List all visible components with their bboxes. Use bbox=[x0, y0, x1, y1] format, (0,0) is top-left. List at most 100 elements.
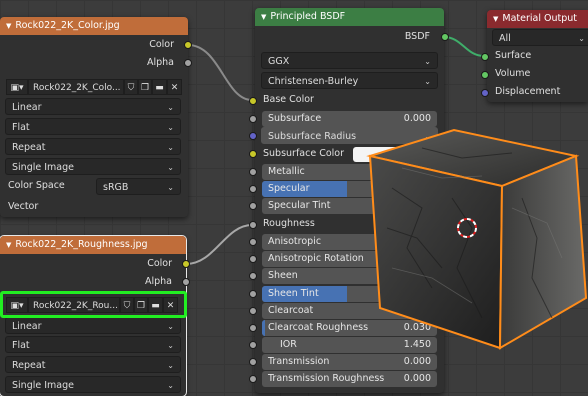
chevron-down-icon: ⌄ bbox=[167, 183, 174, 192]
duplicate-image-icon[interactable]: ❐ bbox=[138, 79, 152, 95]
image-name-field[interactable]: Rock022_2K_Colo... bbox=[28, 79, 124, 95]
collapse-arrow-icon[interactable]: ▼ bbox=[261, 13, 266, 21]
output-alpha-label: Alpha bbox=[144, 276, 172, 287]
distribution-value: GGX bbox=[268, 56, 290, 67]
collapse-arrow-icon[interactable]: ▼ bbox=[6, 241, 11, 249]
link-roughness-to-roughness bbox=[185, 224, 253, 265]
roughness-input-socket[interactable] bbox=[249, 221, 257, 229]
anisotropic-input-socket[interactable] bbox=[249, 238, 257, 246]
specular-input-socket[interactable] bbox=[249, 185, 257, 193]
field-label: Subsurface bbox=[268, 113, 322, 124]
base-color-input-socket[interactable] bbox=[249, 97, 257, 105]
vector-input-label: Vector bbox=[8, 201, 39, 212]
target-dropdown[interactable]: All ⌄ bbox=[492, 29, 588, 46]
displacement-label: Displacement bbox=[495, 86, 561, 97]
projection-dropdown[interactable]: Flat ⌄ bbox=[5, 336, 181, 353]
output-color-label: Color bbox=[149, 39, 174, 50]
collapse-arrow-icon[interactable]: ▼ bbox=[6, 22, 11, 30]
specular-tint-input-socket[interactable] bbox=[249, 202, 257, 210]
color-output-socket[interactable] bbox=[184, 41, 192, 49]
sheen-input-socket[interactable] bbox=[249, 272, 257, 280]
fake-user-shield-icon[interactable]: ⛉ bbox=[124, 79, 138, 95]
roughness-color-output-socket[interactable] bbox=[182, 260, 190, 268]
material-output-header[interactable]: ▼ Material Output bbox=[487, 10, 588, 28]
field-label: Transmission bbox=[268, 356, 330, 367]
subsurface-radius-input-socket[interactable] bbox=[249, 132, 257, 140]
bsdf-output-socket[interactable] bbox=[441, 33, 449, 41]
field-value: 0.000 bbox=[403, 373, 431, 384]
color-texture-header[interactable]: ▼ Rock022_2K_Color.jpg bbox=[0, 17, 188, 35]
sheen-tint-input-socket[interactable] bbox=[249, 290, 257, 298]
projection-value: Flat bbox=[12, 340, 30, 351]
projection-value: Flat bbox=[12, 122, 30, 133]
transmission-field[interactable]: Transmission 0.000 bbox=[262, 354, 437, 370]
transmission-roughness-field[interactable]: Transmission Roughness 0.000 bbox=[262, 371, 437, 387]
clearcoat-input-socket[interactable] bbox=[249, 307, 257, 315]
chevron-down-icon: ⌄ bbox=[167, 163, 174, 172]
field-label: Sheen Tint bbox=[268, 288, 319, 299]
node-title: Material Output bbox=[502, 13, 578, 24]
chevron-down-icon: ⌄ bbox=[167, 341, 174, 350]
output-alpha-label: Alpha bbox=[146, 57, 174, 68]
subsurface-color-input-socket[interactable] bbox=[249, 150, 257, 158]
transmission-roughness-input-socket[interactable] bbox=[249, 375, 257, 383]
field-label: Transmission Roughness bbox=[268, 373, 385, 384]
metallic-input-socket[interactable] bbox=[249, 168, 257, 176]
color-space-dropdown[interactable]: sRGB ⌄ bbox=[96, 178, 181, 195]
open-image-folder-icon[interactable]: ▬ bbox=[152, 79, 167, 95]
interpolation-value: Linear bbox=[12, 102, 42, 113]
selected-rock-cube[interactable] bbox=[362, 128, 588, 350]
extension-dropdown[interactable]: Repeat ⌄ bbox=[5, 356, 181, 373]
field-label: Clearcoat bbox=[268, 305, 314, 316]
volume-input-socket[interactable] bbox=[481, 71, 489, 79]
target-value: All bbox=[499, 33, 511, 44]
color-space-label: Color Space bbox=[8, 180, 65, 191]
link-bsdf-to-surface bbox=[443, 36, 485, 57]
transmission-input-socket[interactable] bbox=[249, 358, 257, 366]
field-label: Sheen bbox=[268, 270, 298, 281]
subsurface-method-value: Christensen-Burley bbox=[268, 76, 359, 87]
color-texture-node[interactable]: ▼ Rock022_2K_Color.jpg Color Alpha ▣▾ Roc… bbox=[0, 17, 188, 217]
roughness-texture-header[interactable]: ▼ Rock022_2K_Roughness.jpg bbox=[0, 236, 186, 254]
source-dropdown[interactable]: Single Image ⌄ bbox=[5, 158, 181, 175]
subsurface-input-socket[interactable] bbox=[249, 115, 257, 123]
anisotropic-rotation-input-socket[interactable] bbox=[249, 255, 257, 263]
field-label: Specular Tint bbox=[268, 200, 331, 211]
subsurface-method-dropdown[interactable]: Christensen-Burley ⌄ bbox=[261, 72, 438, 89]
surface-label: Surface bbox=[495, 50, 532, 61]
chevron-down-icon: ⌄ bbox=[424, 77, 431, 86]
unlink-image-close-icon[interactable]: ✕ bbox=[167, 79, 182, 95]
interpolation-dropdown[interactable]: Linear ⌄ bbox=[5, 317, 181, 334]
rock-cube-render bbox=[366, 128, 588, 350]
node-title: Principled BSDF bbox=[270, 11, 346, 22]
field-label: Metallic bbox=[268, 166, 305, 177]
extension-value: Repeat bbox=[12, 360, 46, 371]
interpolation-value: Linear bbox=[12, 321, 42, 332]
surface-input-socket[interactable] bbox=[481, 53, 489, 61]
field-label: IOR bbox=[280, 339, 297, 350]
chevron-down-icon: ⌄ bbox=[167, 143, 174, 152]
subsurface-radius-label: Subsurface Radius bbox=[268, 131, 357, 142]
displacement-input-socket[interactable] bbox=[481, 89, 489, 97]
image-browse-icon[interactable]: ▣▾ bbox=[6, 79, 28, 95]
link-color-to-basecolor bbox=[187, 44, 253, 101]
chevron-down-icon: ⌄ bbox=[167, 381, 174, 390]
principled-bsdf-header[interactable]: ▼ Principled BSDF bbox=[255, 8, 444, 26]
roughness-alpha-output-socket[interactable] bbox=[182, 278, 190, 286]
interpolation-dropdown[interactable]: Linear ⌄ bbox=[5, 98, 181, 115]
projection-dropdown[interactable]: Flat ⌄ bbox=[5, 118, 181, 135]
base-color-label: Base Color bbox=[263, 94, 314, 105]
distribution-dropdown[interactable]: GGX ⌄ bbox=[261, 52, 438, 69]
source-dropdown[interactable]: Single Image ⌄ bbox=[5, 376, 181, 393]
clearcoat-roughness-input-socket[interactable] bbox=[249, 324, 257, 332]
image-selector[interactable]: ▣▾ Rock022_2K_Colo... ⛉ ❐ ▬ ✕ bbox=[6, 79, 182, 95]
color-space-value: sRGB bbox=[103, 182, 129, 193]
alpha-output-socket[interactable] bbox=[184, 59, 192, 67]
material-output-node[interactable]: ▼ Material Output All ⌄ Surface Volume Dis… bbox=[487, 10, 588, 102]
subsurface-field[interactable]: Subsurface 0.000 bbox=[262, 111, 437, 127]
extension-dropdown[interactable]: Repeat ⌄ bbox=[5, 138, 181, 155]
ior-input-socket[interactable] bbox=[249, 341, 257, 349]
bsdf-output-label: BSDF bbox=[404, 31, 430, 42]
collapse-arrow-icon[interactable]: ▼ bbox=[493, 15, 498, 23]
chevron-down-icon: ⌄ bbox=[578, 34, 585, 43]
